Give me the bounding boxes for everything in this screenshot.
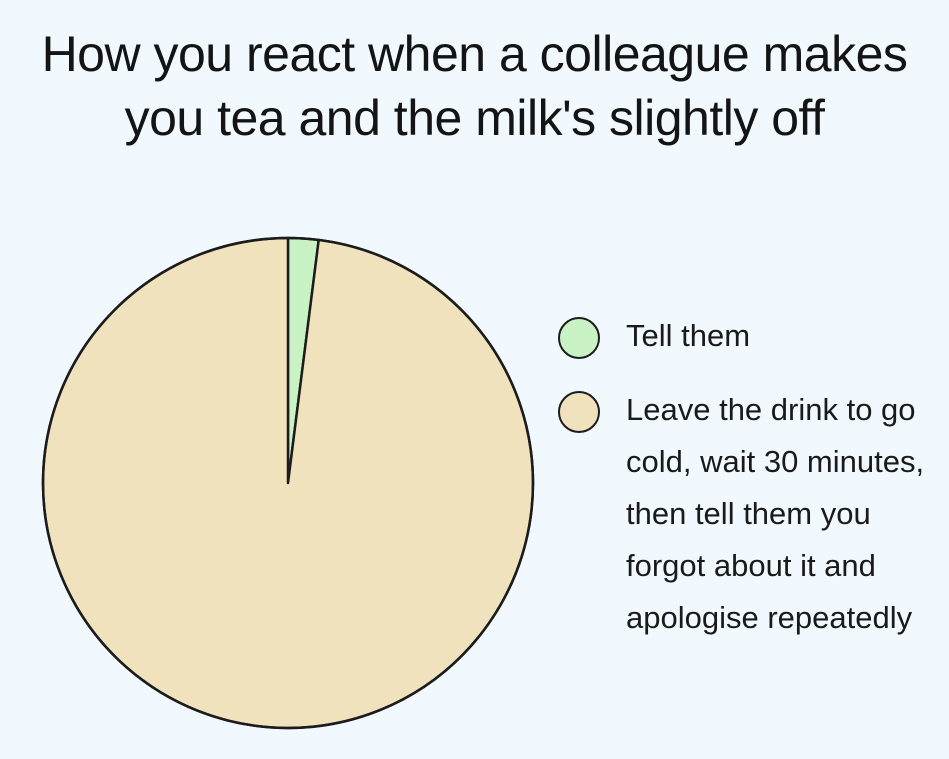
chart-title-line-1: How you react when a colleague makes (41, 26, 908, 82)
pie-outline (41, 236, 535, 730)
pie-slice-0 (286, 236, 320, 485)
legend-label-tell-them: Tell them (626, 318, 751, 353)
legend-swatch-leave-drink (558, 391, 600, 433)
chart-title: How you react when a colleague makes you… (0, 22, 949, 150)
legend-item-tell-them: Tell them (556, 310, 936, 362)
legend-label-leave-drink: Leave the drink to go cold, wait 30 minu… (626, 392, 925, 635)
legend-swatch-tell-them (558, 317, 600, 359)
pie-slice-1 (41, 236, 535, 730)
legend-item-leave-drink: Leave the drink to go cold, wait 30 minu… (556, 384, 936, 644)
chart-title-line-2: you tea and the milk's slightly off (124, 90, 825, 146)
chart-legend: Tell them Leave the drink to go cold, wa… (556, 310, 936, 644)
